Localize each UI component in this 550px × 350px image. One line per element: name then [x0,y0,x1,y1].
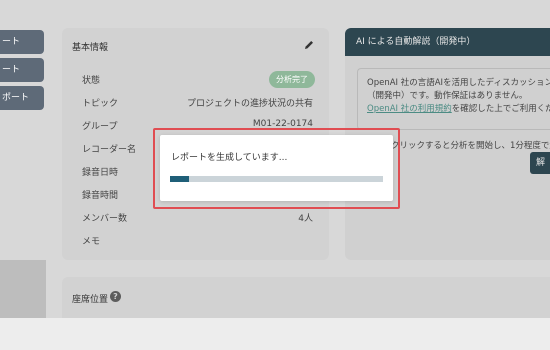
info-label: 録音日時 [82,168,119,178]
progress-message: レポートを生成しています... [171,153,288,163]
info-label: 録音時間 [82,191,119,201]
ai-notice-line: OpenAI 社の言語AIを活用したディスカッションの自 [367,78,550,88]
help-icon[interactable]: ? [110,291,121,302]
sidebar-item-report-2[interactable]: ート [0,58,44,82]
seat-position-title: 座席位置 [72,295,109,305]
sidebar-item-report-1[interactable]: ート [0,30,44,54]
ai-notice-box: OpenAI 社の言語AIを活用したディスカッションの自 （開発中）です。動作保… [357,68,550,130]
status-badge: 分析完了 [269,71,315,88]
report-progress-dialog: レポートを生成しています... [160,135,393,201]
progress-bar-fill [170,176,190,182]
info-label: レコーダー名 [82,145,137,155]
info-value: プロジェクトの進捗状況の共有 [186,99,313,109]
info-label: グループ [82,122,118,132]
basic-info-title: 基本情報 [72,43,109,53]
progress-bar [170,176,383,182]
info-value: 4人 [298,214,313,224]
sidebar-item-label: ポート [2,93,30,103]
info-label: トピック [82,99,119,109]
analyze-button[interactable]: 解 [530,152,550,174]
seat-position-card: 座席位置 ? [62,277,550,318]
info-row-memo: メモ [62,230,329,252]
sidebar-item-label: ート [2,37,21,47]
sidebar-item-label: ート [2,65,21,75]
ai-notice-line-suffix: を確認した上でご利用くださ [451,104,550,114]
info-row-topic: トピック プロジェクトの進捗状況の共有 [62,92,329,114]
info-label: メンバー数 [82,214,128,224]
page-bottom-area [0,318,550,350]
sidebar-item-report-3[interactable]: ポート [0,86,44,110]
info-row-members: メンバー数 4人 [62,207,329,229]
ai-notice-line: OpenAI 社の利用規約を確認した上でご利用くださ [367,103,550,116]
info-label: メモ [82,237,101,247]
terms-link[interactable]: OpenAI 社の利用規約 [367,104,452,114]
info-label: 状態 [82,76,101,86]
sidebar-footer [0,260,46,318]
ai-notice-line: （開発中）です。動作保証はありません。 [367,91,528,101]
ai-commentary-title: AI による自動解説（開発中） [345,28,550,56]
info-row-status: 状態 分析完了 [62,69,329,91]
pencil-icon[interactable] [303,39,315,51]
